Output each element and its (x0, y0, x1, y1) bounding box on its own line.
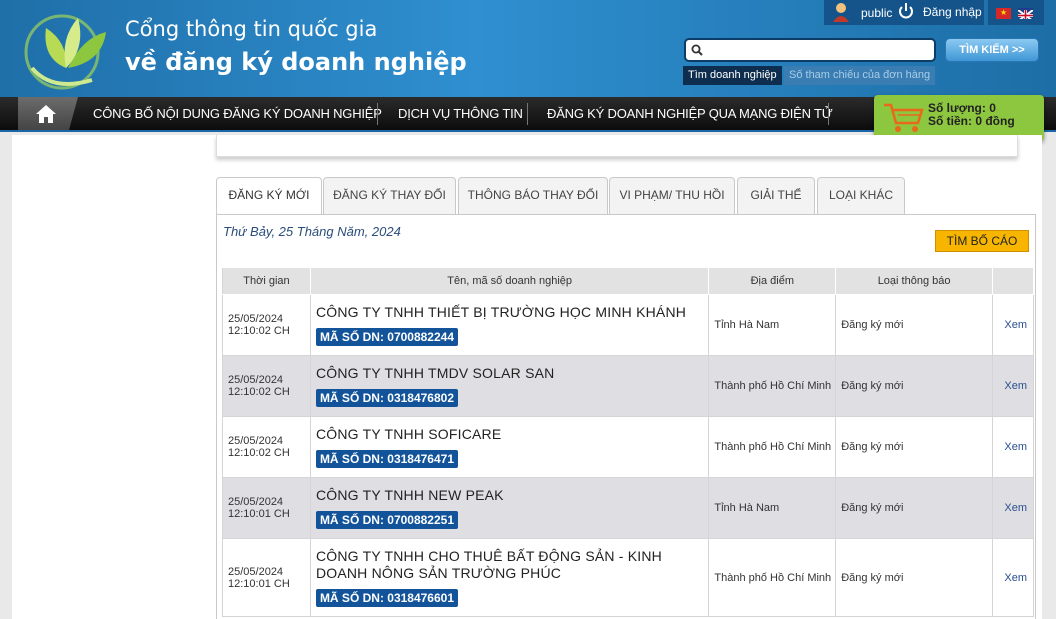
nav-separator (527, 103, 528, 125)
tab-violation-revoke[interactable]: VI PHẠM/ THU HỒI (609, 177, 735, 214)
row-type: Đăng ký mới (835, 538, 993, 617)
tab-other[interactable]: LOẠI KHÁC (817, 177, 905, 214)
tab-change-registration[interactable]: ĐĂNG KÝ THAY ĐỔI (323, 177, 456, 214)
row-time: 25/05/2024 12:10:02 CH (222, 416, 311, 478)
tab-order-reference[interactable]: Số tham chiếu của đơn hàng (784, 66, 936, 85)
table-header-row: Thời gian Tên, mã số doanh nghiệp Địa đi… (222, 267, 1035, 295)
vietnam-flag-icon[interactable]: ★ (996, 8, 1011, 19)
user-icon (833, 3, 849, 22)
search-button[interactable]: TÌM KIẾM >> (945, 38, 1039, 62)
row-place: Thành phố Hồ Chí Minh (708, 416, 837, 478)
business-code-badge: MÃ SỐ DN: 0318476601 (315, 589, 459, 607)
tab-change-notice[interactable]: THÔNG BÁO THAY ĐỔI (458, 177, 608, 214)
column-header-action (991, 267, 1035, 295)
row-time: 25/05/2024 12:10:02 CH (222, 294, 311, 356)
row-place: Tỉnh Hà Nam (708, 294, 837, 356)
language-bar: ★ (988, 0, 1044, 25)
view-link[interactable]: Xem (991, 355, 1035, 417)
row-business: CÔNG TY TNHH TMDV SOLAR SAN MÃ SỐ DN: 031… (309, 355, 710, 417)
cart-quantity: Số lượng: 0 (928, 101, 996, 115)
view-link[interactable]: Xem (991, 477, 1035, 539)
column-header-type: Loại thông báo (835, 267, 993, 295)
nav-online-registration[interactable]: ĐĂNG KÝ DOANH NGHIỆP QUA MẠNG ĐIỆN TỬ (547, 106, 833, 121)
cart-icon (884, 103, 924, 132)
view-link[interactable]: Xem (991, 294, 1035, 356)
business-code-badge: MÃ SỐ DN: 0318476471 (315, 450, 459, 468)
column-header-place: Địa điểm (708, 267, 837, 295)
table-row: 25/05/2024 12:10:02 CH CÔNG TY TNHH SOFIC… (222, 416, 1035, 478)
table-row: 25/05/2024 12:10:02 CH CÔNG TY TNHH THIẾT… (222, 294, 1035, 356)
nav-separator (828, 103, 829, 125)
row-place: Tỉnh Hà Nam (708, 477, 837, 539)
logo-icon[interactable] (22, 8, 114, 94)
portal-title-line1: Cổng thông tin quốc gia (125, 17, 378, 41)
row-place: Thành phố Hồ Chí Minh (708, 355, 837, 417)
site-header: Cổng thông tin quốc gia về đăng ký doanh… (0, 0, 1056, 97)
view-link[interactable]: Xem (991, 538, 1035, 617)
row-business: CÔNG TY TNHH NEW PEAK MÃ SỐ DN: 070088225… (309, 477, 710, 539)
business-name[interactable]: CÔNG TY TNHH CHO THUÊ BẤT ĐỘNG SẢN - KIN… (316, 543, 708, 582)
row-business: CÔNG TY TNHH THIẾT BỊ TRƯỜNG HỌC MINH KH… (309, 294, 710, 356)
login-link[interactable]: Đăng nhập (923, 5, 982, 19)
registration-table: Thời gian Tên, mã số doanh nghiệp Địa đi… (222, 267, 1035, 617)
power-icon[interactable] (898, 2, 914, 20)
row-type: Đăng ký mới (835, 355, 993, 417)
business-name[interactable]: CÔNG TY TNHH TMDV SOLAR SAN (316, 360, 708, 382)
previous-section-box (216, 135, 1018, 157)
nav-separator (377, 103, 378, 125)
business-code-badge: MÃ SỐ DN: 0700882251 (315, 511, 459, 529)
view-link[interactable]: Xem (991, 416, 1035, 478)
row-type: Đăng ký mới (835, 416, 993, 478)
find-report-button[interactable]: TÌM BỐ CÁO (935, 230, 1029, 252)
business-name[interactable]: CÔNG TY TNHH SOFICARE (316, 421, 708, 443)
column-header-time: Thời gian (222, 267, 311, 295)
search-icon (691, 44, 703, 56)
cart-amount: Số tiền: 0 đồng (928, 114, 1015, 128)
row-type: Đăng ký mới (835, 477, 993, 539)
row-place: Thành phố Hồ Chí Minh (708, 538, 837, 617)
username[interactable]: public (861, 6, 892, 20)
business-code-badge: MÃ SỐ DN: 0318476802 (315, 389, 459, 407)
home-icon (36, 105, 56, 123)
tab-dissolution[interactable]: GIẢI THỂ (737, 177, 815, 214)
search-input[interactable] (684, 38, 936, 62)
row-type: Đăng ký mới (835, 294, 993, 356)
column-header-name: Tên, mã số doanh nghiệp (309, 267, 710, 295)
nav-information-services[interactable]: DỊCH VỤ THÔNG TIN (398, 106, 523, 121)
row-time: 25/05/2024 12:10:02 CH (222, 355, 311, 417)
business-code-badge: MÃ SỐ DN: 0700882244 (315, 328, 459, 346)
table-row: 25/05/2024 12:10:02 CH CÔNG TY TNHH TMDV … (222, 355, 1035, 417)
nav-business-publication[interactable]: CÔNG BỐ NỘI DUNG ĐĂNG KÝ DOANH NGHIỆP (93, 106, 382, 121)
portal-title-line2: về đăng ký doanh nghiệp (125, 48, 467, 76)
user-bar: public Đăng nhập (824, 0, 984, 25)
row-business: CÔNG TY TNHH CHO THUÊ BẤT ĐỘNG SẢN - KIN… (309, 538, 710, 617)
tab-new-registration[interactable]: ĐĂNG KÝ MỚI (216, 177, 322, 215)
home-button[interactable] (18, 97, 78, 130)
row-time: 25/05/2024 12:10:01 CH (222, 477, 311, 539)
current-date: Thứ Bảy, 25 Tháng Năm, 2024 (223, 224, 401, 239)
uk-flag-icon[interactable] (1018, 8, 1033, 19)
row-business: CÔNG TY TNHH SOFICARE MÃ SỐ DN: 031847647… (309, 416, 710, 478)
row-time: 25/05/2024 12:10:01 CH (222, 538, 311, 617)
table-row: 25/05/2024 12:10:01 CH CÔNG TY TNHH NEW P… (222, 477, 1035, 539)
business-name[interactable]: CÔNG TY TNHH NEW PEAK (316, 482, 708, 504)
tab-find-business[interactable]: Tìm doanh nghiệp (683, 66, 782, 85)
table-row: 25/05/2024 12:10:01 CH CÔNG TY TNHH CHO T… (222, 538, 1035, 617)
business-name[interactable]: CÔNG TY TNHH THIẾT BỊ TRƯỜNG HỌC MINH KH… (316, 299, 708, 321)
